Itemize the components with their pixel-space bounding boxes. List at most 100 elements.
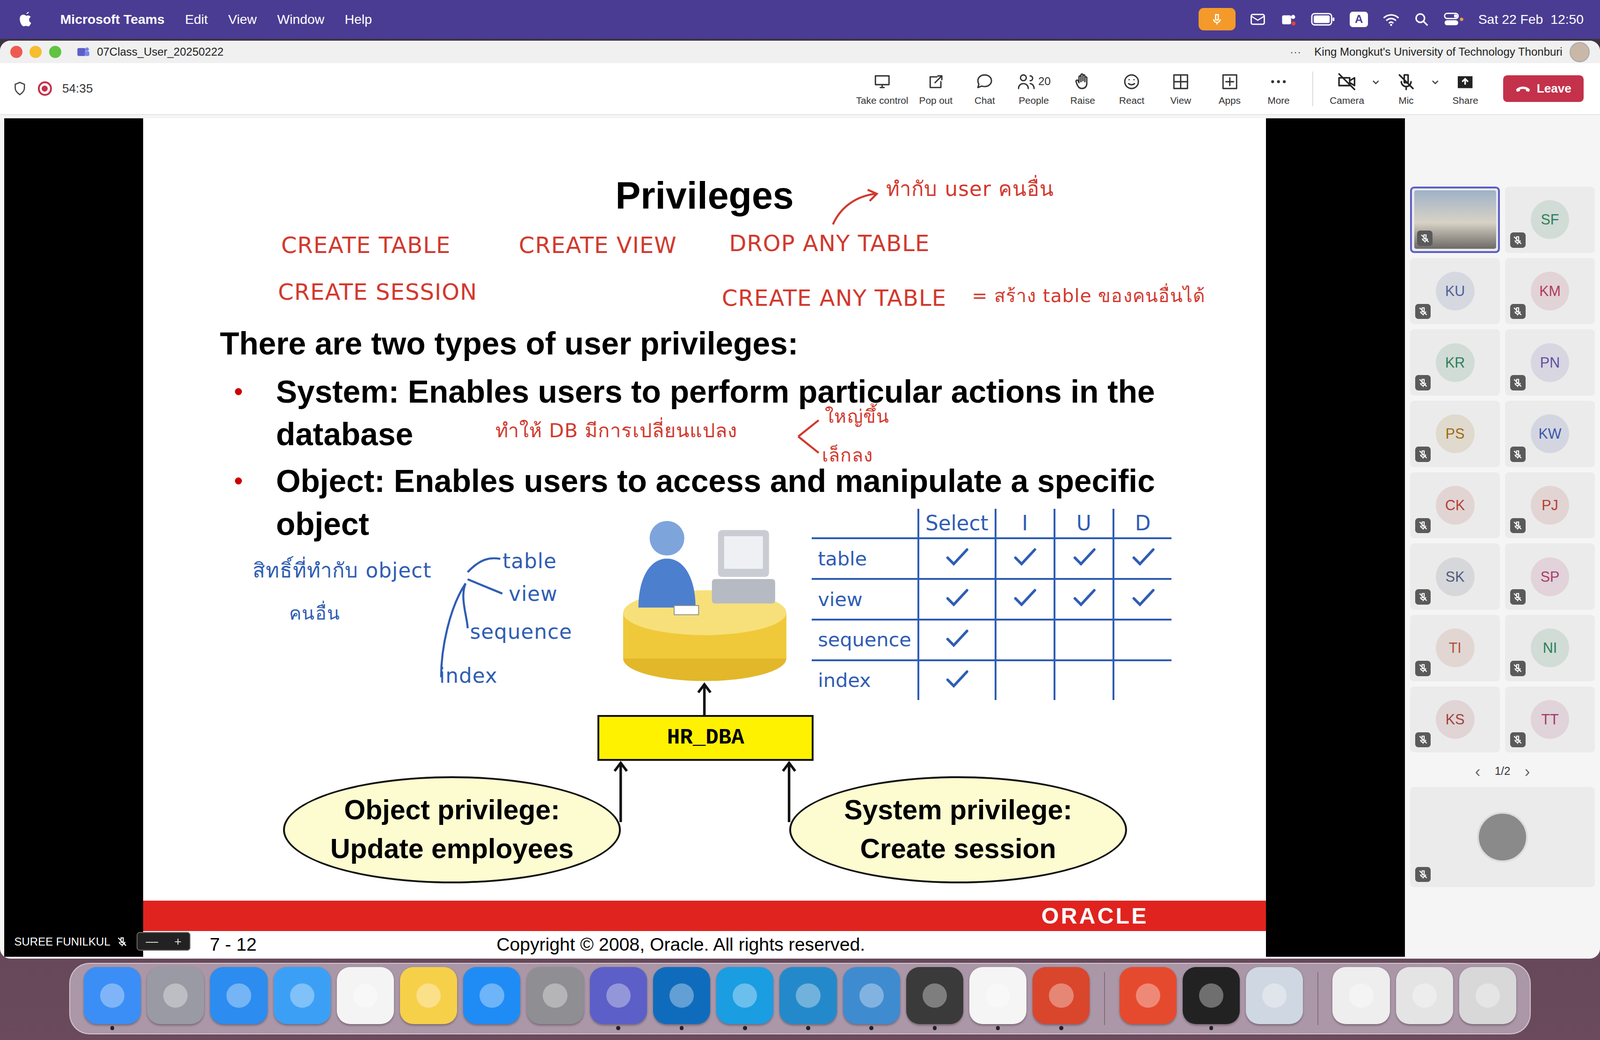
chevron-down-icon[interactable] [1371,77,1381,88]
menu-item[interactable]: Edit [184,11,208,28]
clock[interactable]: Sat 22 Feb 12:50 [1478,11,1584,28]
participant-tile[interactable]: NI [1505,615,1595,682]
dock-app[interactable] [1245,967,1303,1031]
apps-button[interactable]: Apps [1206,71,1253,107]
previous-page-button[interactable]: ‹ [1475,762,1481,781]
share-icon [1455,72,1475,92]
chevron-down-icon[interactable] [1430,77,1440,88]
control-center-icon[interactable] [1443,11,1465,28]
participant-tile[interactable]: TT [1505,686,1595,754]
participant-tile[interactable]: KM [1505,258,1595,325]
mic-muted-icon [1512,663,1523,674]
input-source[interactable]: A [1349,11,1368,27]
mic-button[interactable]: Mic [1382,71,1440,107]
dock-app[interactable] [716,967,774,1031]
matrix-row-label: view [811,579,919,620]
view-button[interactable]: View [1157,71,1205,107]
participant-tile[interactable] [1410,186,1500,254]
participant-tile[interactable]: SF [1505,186,1595,254]
dock-app[interactable] [146,967,204,1031]
dock-app[interactable] [210,967,268,1031]
dock-app[interactable] [1119,967,1177,1031]
muted-badge [1415,732,1431,749]
more-button[interactable]: ··· [1289,45,1302,59]
meeting-area: PrivilegesThere are two types of user pr… [0,115,1600,960]
shield-icon[interactable] [12,80,28,97]
menu-app-name[interactable]: Microsoft Teams [60,11,165,28]
user-at-computer-illustration [618,516,792,685]
check-icon [944,669,969,689]
participant-tile[interactable] [1410,787,1595,888]
zoom-button[interactable]: — [137,933,167,950]
dock-app[interactable] [969,967,1027,1031]
dock-app[interactable] [779,967,837,1031]
participant-tile[interactable]: KS [1410,686,1500,754]
zoom-button[interactable]: + [166,933,190,950]
search-icon[interactable] [1413,11,1430,28]
control-button[interactable]: Take control [853,71,910,107]
ink-annotation: CREATE VIEW [518,232,677,259]
participant-tile[interactable]: CK [1410,472,1500,539]
camera-button[interactable]: Camera [1323,71,1381,107]
leave-button[interactable]: Leave [1503,75,1584,102]
dock-app[interactable] [1396,967,1454,1031]
people-button[interactable]: 20People [1010,71,1058,107]
battery-icon[interactable] [1310,12,1336,26]
dock-app[interactable] [463,967,521,1031]
apple-icon[interactable] [18,10,34,29]
participant-tile[interactable]: PN [1505,329,1595,396]
dock-app[interactable] [589,967,648,1031]
apps-icon [1220,72,1240,92]
more-button[interactable]: More [1255,71,1302,107]
organization-name[interactable]: King Mongkut's University of Technology … [1314,45,1563,59]
minimize-button[interactable] [29,45,42,59]
dock-app[interactable] [1032,967,1090,1031]
react-button[interactable]: React [1108,71,1156,107]
participant-tile[interactable]: SP [1505,543,1595,611]
participant-tile[interactable]: TI [1410,615,1500,682]
dock-app[interactable] [273,967,331,1031]
close-button[interactable] [10,45,23,59]
menu-item[interactable]: Window [276,11,325,28]
participant-tile[interactable]: PS [1410,400,1500,468]
copyright: Copyright © 2008, Oracle. All rights res… [496,934,866,956]
dock-app[interactable] [83,967,141,1031]
dock-app[interactable] [400,967,458,1031]
toolbar-separator [1312,71,1314,107]
dock-app[interactable] [1332,967,1390,1031]
chat-button[interactable]: Chat [961,71,1009,107]
dock-app[interactable] [336,967,394,1031]
mic-muted-icon [1418,306,1429,317]
ink-annotation: ใหญ่ขึ้น [824,406,889,428]
ink-annotation: DROP ANY TABLE [728,230,930,257]
profile-avatar[interactable] [1569,42,1590,63]
outlook-status-icon[interactable] [1249,11,1266,28]
dock-app[interactable] [653,967,711,1031]
raise-button[interactable]: Raise [1059,71,1106,107]
participant-tile[interactable]: KU [1410,258,1500,325]
wifi-icon[interactable] [1382,12,1400,27]
participant-tile[interactable]: KW [1505,400,1595,468]
dock-app[interactable] [906,967,964,1031]
dock-app[interactable] [1459,967,1517,1031]
running-indicator [996,1026,1001,1031]
dock-app[interactable] [1182,967,1240,1031]
node-label: Update employees [330,829,574,869]
teams-status-icon[interactable] [1280,11,1297,28]
participant-initials: CK [1435,486,1475,525]
menu-item[interactable]: Help [344,11,372,28]
share-button[interactable]: Share [1441,71,1489,107]
mic-in-use-indicator[interactable] [1198,7,1236,31]
next-page-button[interactable]: › [1524,762,1531,781]
dock-app[interactable] [526,967,584,1031]
tool-label: Share [1452,94,1478,107]
participant-tile[interactable]: KR [1410,329,1500,396]
tool-label: View [1170,94,1192,107]
matrix-cell [1113,619,1172,661]
participant-tile[interactable]: SK [1410,543,1500,611]
participant-tile[interactable]: PJ [1505,472,1595,539]
zoom-button[interactable] [49,45,62,59]
menu-item[interactable]: View [228,11,257,28]
popout-button[interactable]: Pop out [912,71,960,107]
dock-app[interactable] [843,967,901,1031]
